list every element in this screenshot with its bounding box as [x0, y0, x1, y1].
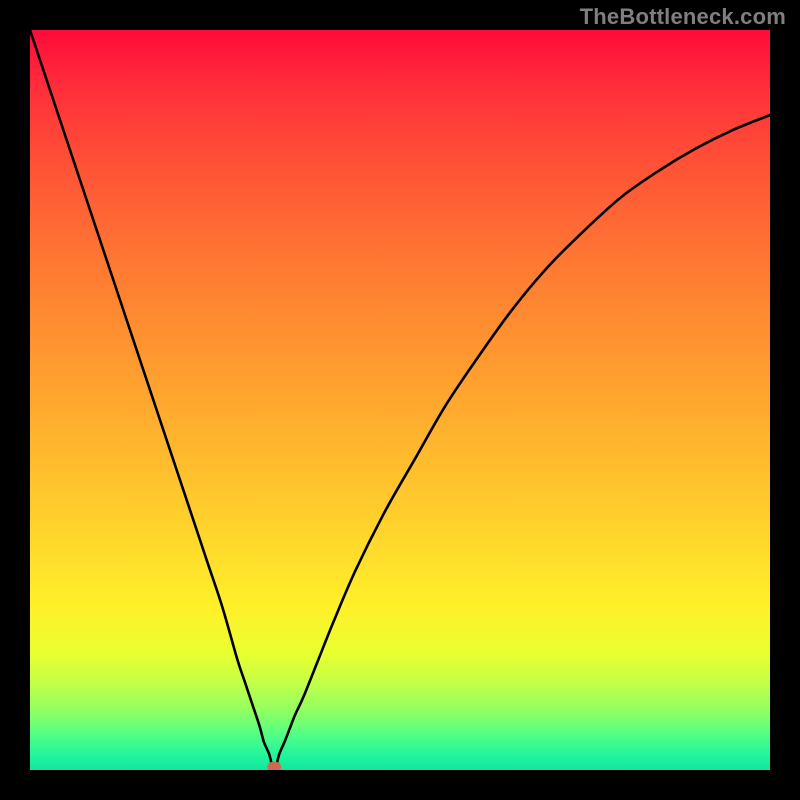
curve-svg [30, 30, 770, 770]
optimal-point-marker [267, 762, 281, 771]
watermark-text: TheBottleneck.com [580, 4, 786, 30]
plot-area [30, 30, 770, 770]
chart-frame: TheBottleneck.com [0, 0, 800, 800]
bottleneck-curve [30, 30, 770, 770]
